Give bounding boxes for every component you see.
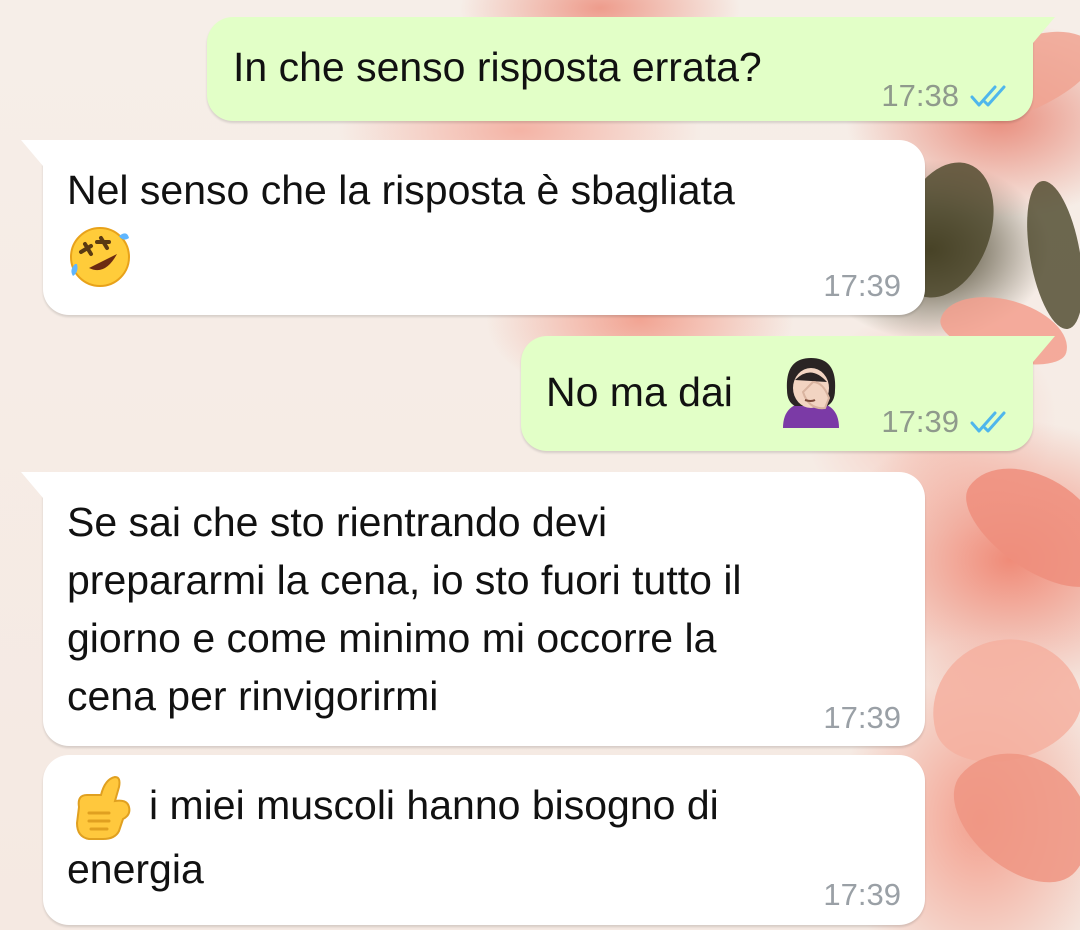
message-text: No ma dai <box>546 369 733 415</box>
message-text-line: prepararmi la cena, io sto fuori tutto i… <box>67 557 742 603</box>
bubble-tail <box>1033 336 1055 362</box>
message-text-line: cena per rinvigorirmi <box>67 673 439 719</box>
message-list[interactable]: In che senso risposta errata? 17:38 Nel … <box>0 0 1080 930</box>
rolling-on-floor-laughing-emoji-icon <box>70 227 130 287</box>
message-time: 17:39 <box>881 404 959 439</box>
message-text-line: giorno e come minimo mi occorre la <box>67 615 717 661</box>
woman-facepalming-emoji-icon <box>783 358 839 428</box>
outgoing-message[interactable]: In che senso risposta errata? 17:38 <box>207 17 1055 124</box>
bubble-tail <box>21 140 43 166</box>
message-time: 17:38 <box>881 78 959 113</box>
incoming-message[interactable]: i miei muscoli hanno bisogno di energia … <box>43 755 925 925</box>
message-text-line: energia <box>67 846 204 892</box>
read-receipt-icon <box>970 85 1006 107</box>
message-meta: 17:38 <box>881 68 1015 124</box>
message-meta: 17:39 <box>881 394 1015 450</box>
message-meta: 17:39 <box>823 867 901 923</box>
outgoing-message[interactable]: No ma dai 17:39 <box>521 336 1055 451</box>
message-time: 17:39 <box>823 700 901 735</box>
message-text: In che senso risposta errata? <box>233 44 762 90</box>
message-meta: 17:39 <box>823 690 901 746</box>
bubble-tail <box>21 472 43 498</box>
bubble-tail <box>1033 17 1055 43</box>
incoming-message[interactable]: Se sai che sto rientrando devi prepararm… <box>21 472 925 746</box>
message-meta: 17:39 <box>823 258 901 314</box>
message-time: 17:39 <box>823 268 901 303</box>
message-text: Nel senso che la risposta è sbagliata <box>67 167 735 213</box>
call-me-hand-emoji-icon <box>75 775 131 840</box>
incoming-message[interactable]: Nel senso che la risposta è sbagliata 17… <box>21 140 925 315</box>
message-text-line: Se sai che sto rientrando devi <box>67 499 608 545</box>
read-receipt-icon <box>970 411 1006 433</box>
message-time: 17:39 <box>823 877 901 912</box>
message-text-line: i miei muscoli hanno bisogno di <box>149 782 719 828</box>
